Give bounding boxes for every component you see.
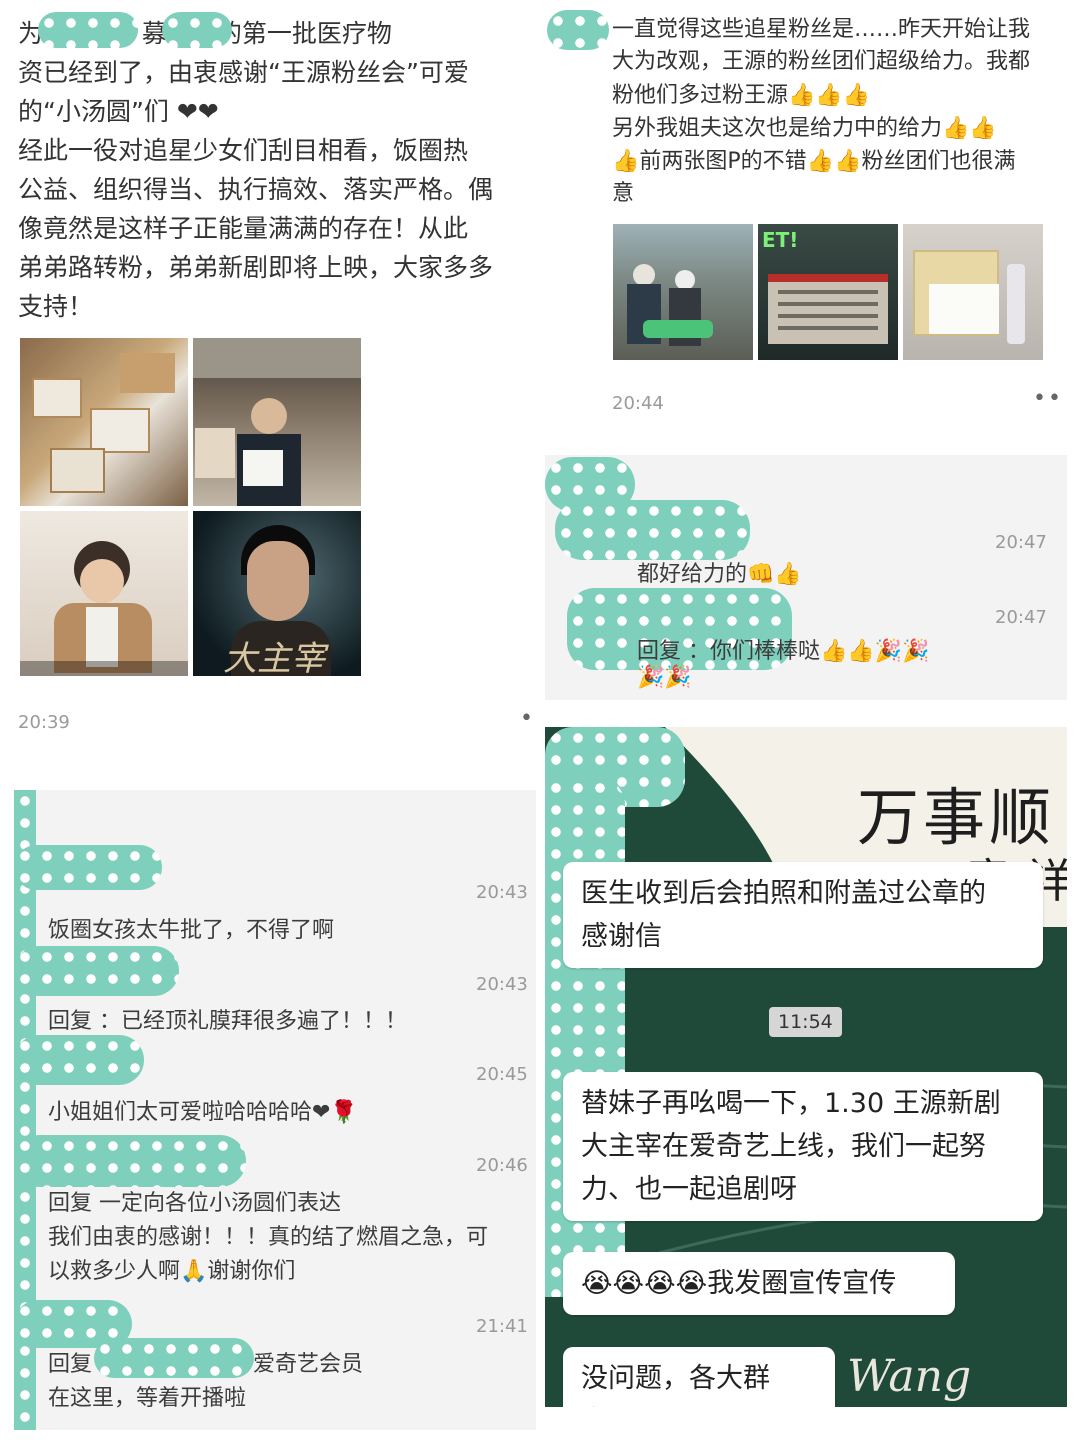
post-line: 另外我姐夫这次也是给力中的给力👍👍	[612, 116, 997, 141]
comment-time: 20:47	[995, 607, 1047, 628]
comment-text: 在这里，等着开播啦	[48, 1386, 247, 1411]
redaction-mosaic	[14, 845, 162, 890]
comment-time: 20:43	[476, 974, 528, 995]
moments-post-top-left: 为 具和 县 募集到的第一批医疗物 资已经到了，由衷感谢“王源粉丝会”可爱 的“…	[0, 0, 545, 760]
redaction-mosaic	[547, 10, 609, 50]
post-line: 👍前两张图P的不错👍👍粉丝团们也很满	[612, 149, 1016, 174]
post-timestamp: 20:39	[18, 712, 70, 733]
photo-caption: ET!	[762, 228, 799, 252]
comment-text: 都好给力的👊👍	[637, 562, 802, 587]
post-line: 一直觉得这些追星粉丝是……昨天开始让我	[612, 17, 1031, 42]
photo-video-still[interactable]	[20, 511, 188, 676]
redaction-mosaic	[14, 1035, 144, 1085]
photo-boxes[interactable]	[20, 338, 188, 506]
comment-time: 20:45	[476, 1064, 528, 1085]
redaction-mosaic	[555, 500, 750, 560]
photo-hospital-building[interactable]: ET!	[758, 224, 898, 360]
comment-text: 小姐姐们太可爱啦哈哈哈哈❤🌹	[48, 1100, 358, 1125]
comment-text: 我们由衷的感谢！！！真的结了燃眉之急，可	[48, 1225, 489, 1250]
comment-time: 20:47	[995, 532, 1047, 553]
redaction-mosaic	[38, 12, 138, 48]
photo-drama-poster[interactable]: 大主宰	[193, 511, 361, 676]
redaction-mosaic	[94, 1338, 254, 1378]
photo-thank-you-letter[interactable]	[903, 224, 1043, 360]
redaction-mosaic	[14, 946, 179, 996]
more-options-icon[interactable]: ••	[1033, 386, 1063, 411]
signature-text: Wang	[847, 1351, 972, 1402]
post-line: 像竟然是这样子正能量满满的存在！从此	[18, 214, 469, 243]
post-line: 弟弟路转粉，弟弟新剧即将上映，大家多多	[18, 253, 494, 282]
comment-text: 回复 一定向各位小汤圆们表达	[48, 1191, 341, 1216]
moments-post-top-right: 一直觉得这些追星粉丝是……昨天开始让我 大为改观，王源的粉丝团们超级给力。我都 …	[545, 0, 1080, 440]
post-line: 的“小汤圆”们 ❤❤	[18, 97, 219, 126]
redaction-mosaic	[162, 12, 232, 48]
comment-text: 回复 ：已经顶礼膜拜很多遍了！！！	[48, 1009, 407, 1034]
post-line: 意	[612, 181, 635, 206]
post-line: 粉他们多过粉王源👍👍👍	[612, 83, 871, 108]
post-timestamp: 20:44	[612, 393, 664, 414]
comment-time: 20:43	[476, 882, 528, 903]
post-line: 经此一役对追星少女们刮目相看，饭圈热	[18, 136, 469, 165]
comment-text: 🎉🎉	[637, 665, 692, 690]
comments-panel-left: 20:43 饭圈女孩太牛批了，不得了啊 20:43 回复 ：已经顶礼膜拜很多遍了…	[14, 790, 536, 1430]
chat-timestamp: 11:54	[769, 1007, 842, 1037]
chat-bubble: 替妹子再吆喝一下，1.30 王源新剧 大主宰在爱奇艺上线，我们一起努 力、也一起…	[563, 1072, 1043, 1221]
post-line: 公益、组织得当、执行搞效、落实严格。偶	[18, 175, 494, 204]
comment-text: 以救多少人啊🙏谢谢你们	[48, 1259, 296, 1284]
comments-panel-right: 20:47 都好给力的👊👍 20:47 回复 ：你们棒棒哒👍👍🎉🎉 🎉🎉	[545, 455, 1067, 700]
comment-time: 20:46	[476, 1155, 528, 1176]
post-line: 资已经到了，由衷感谢“王源粉丝会”可爱	[18, 58, 469, 87]
comment-text: 饭圈女孩太牛批了，不得了啊	[48, 918, 335, 943]
comment-time: 21:41	[476, 1316, 528, 1337]
post-line: 大为改观，王源的粉丝团们超级给力。我都	[612, 49, 1031, 74]
calligraphy-text: 万事顺	[857, 781, 1056, 854]
chat-bubble: 医生收到后会拍照和附盖过公章的 感谢信	[563, 862, 1043, 968]
photo-van-delivery[interactable]	[193, 338, 361, 506]
photo-doctors-outside[interactable]	[613, 224, 753, 360]
chat-bubble: 😭😭😭😭我发圈宣传宣传	[563, 1252, 955, 1315]
chat-screenshot: 万事顺 意 祥 医生收到后会拍照和附盖过公章的 感谢信 11:54 替妹子再吆喝…	[545, 727, 1067, 1407]
post-line: 支持！	[18, 292, 94, 321]
redaction-mosaic	[14, 1135, 246, 1187]
poster-title: 大主宰	[223, 639, 325, 676]
more-options-icon[interactable]: •	[520, 706, 535, 731]
chat-bubble: 没问题，各大群发！	[563, 1347, 835, 1407]
